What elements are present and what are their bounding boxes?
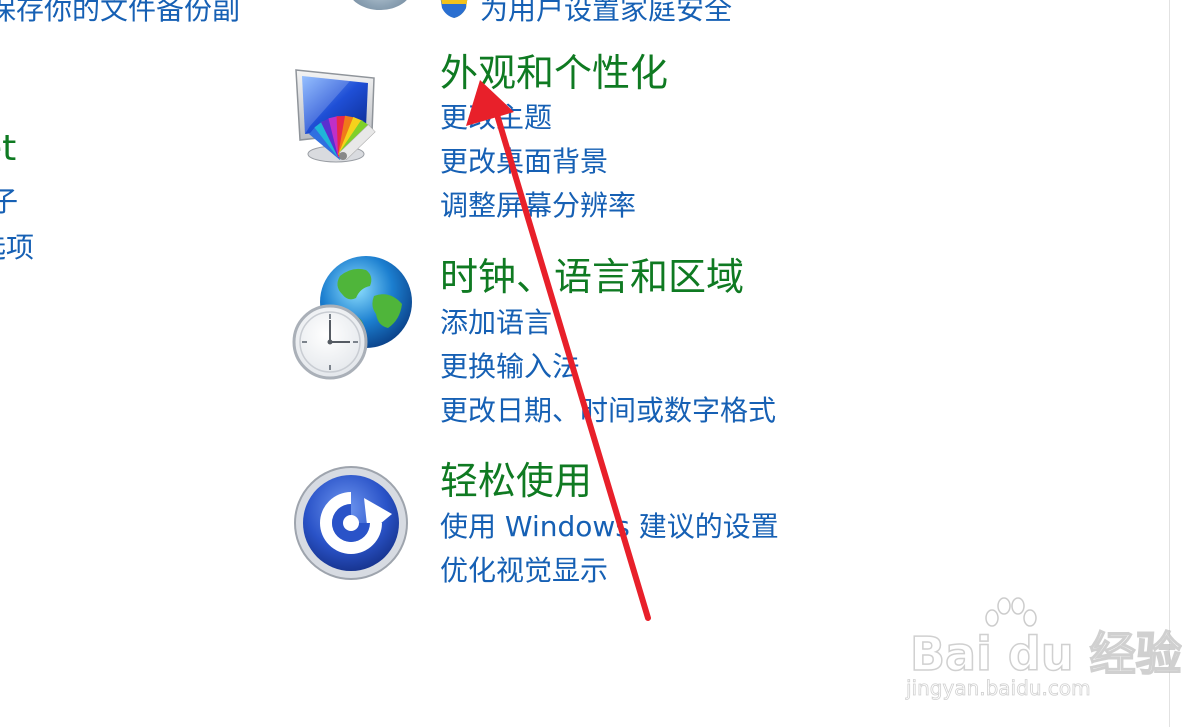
family-safety-link[interactable]: 为用户设置家庭安全 [480, 0, 732, 28]
network-internet-heading[interactable]: et [0, 128, 16, 169]
category-title-clock-language-region[interactable]: 时钟、语言和区域 [440, 258, 744, 296]
left-column-link-1[interactable]: 子 [0, 180, 18, 220]
uac-shield-icon [440, 0, 468, 18]
link-change-input-method[interactable]: 更换输入法 [440, 353, 580, 381]
link-change-date-time-number-format[interactable]: 更改日期、时间或数字格式 [440, 397, 776, 425]
link-change-theme[interactable]: 更改主题 [440, 104, 552, 132]
backup-files-link[interactable]: 保存你的文件备份副 [0, 0, 240, 28]
link-optimize-visual-display[interactable]: 优化视觉显示 [440, 557, 608, 585]
baidu-jingyan-watermark: Bai du 经验 jingyan.baidu.com [900, 597, 1182, 710]
link-change-desktop-background[interactable]: 更改桌面背景 [440, 148, 608, 176]
link-adjust-screen-resolution[interactable]: 调整屏幕分辨率 [440, 192, 636, 220]
left-column-link-2[interactable]: 选项 [0, 226, 34, 266]
category-title-appearance[interactable]: 外观和个性化 [440, 54, 668, 92]
family-safety-icon [348, 0, 412, 10]
appearance-personalization-icon[interactable] [290, 64, 410, 172]
link-add-language[interactable]: 添加语言 [440, 309, 552, 337]
link-use-windows-recommended-settings[interactable]: 使用 Windows 建议的设置 [440, 513, 779, 541]
ease-of-access-icon[interactable] [292, 464, 410, 582]
watermark-main-text: Bai du 经验 [909, 626, 1182, 682]
clock-language-region-icon[interactable] [290, 256, 416, 380]
category-title-ease-of-access[interactable]: 轻松使用 [440, 462, 592, 500]
watermark-url-text: jingyan.baidu.com [906, 676, 1091, 701]
